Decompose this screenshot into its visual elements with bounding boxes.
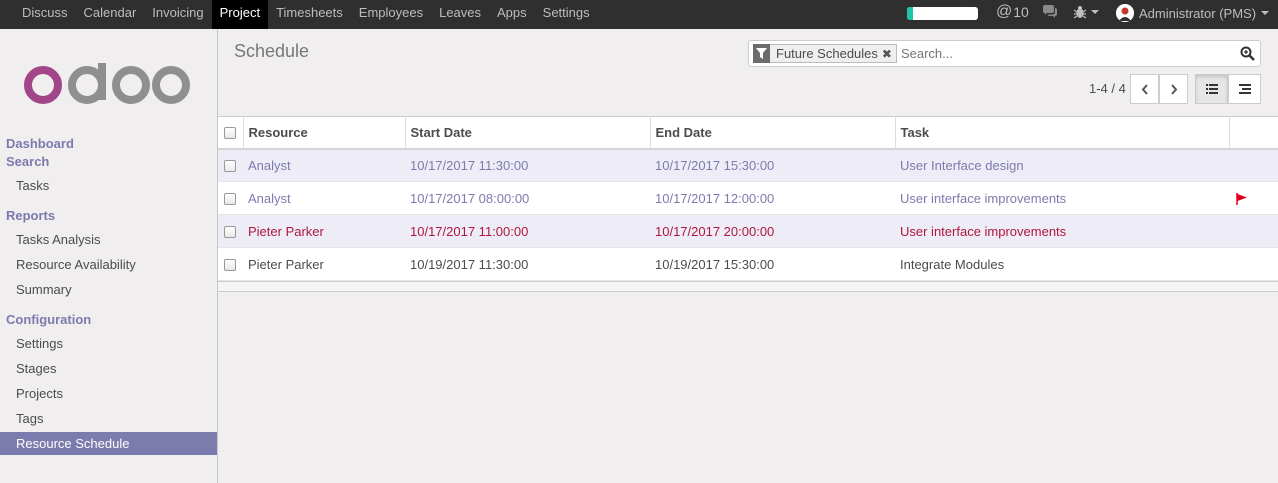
search-input[interactable] bbox=[900, 46, 1234, 61]
sidebar-item-resource-availability[interactable]: Resource Availability bbox=[0, 253, 217, 276]
chevron-left-icon bbox=[1141, 83, 1148, 95]
cell-end-date: 10/19/2017 15:30:00 bbox=[655, 256, 775, 272]
list-view-button[interactable] bbox=[1195, 74, 1228, 104]
cell-end-date: 10/17/2017 20:00:00 bbox=[655, 223, 775, 239]
row-checkbox[interactable] bbox=[218, 149, 243, 182]
row-checkbox[interactable] bbox=[218, 248, 243, 281]
sidebar-item-tasks[interactable]: Tasks bbox=[0, 174, 217, 197]
gantt-view-button[interactable] bbox=[1228, 74, 1261, 104]
debug-menu[interactable] bbox=[1073, 5, 1099, 19]
row-checkbox[interactable] bbox=[218, 182, 243, 215]
sidebar: Dashboard Search Tasks Reports Tasks Ana… bbox=[0, 29, 218, 483]
sidebar-item-stages[interactable]: Stages bbox=[0, 357, 217, 380]
schedule-table: Resource Start Date End Date Task Analys… bbox=[218, 116, 1278, 292]
search-toggle-icon[interactable] bbox=[1234, 46, 1260, 61]
sidebar-heading-reports: Reports bbox=[6, 208, 56, 223]
cell-task: User interface improvements bbox=[900, 190, 1067, 206]
list-icon bbox=[1205, 84, 1218, 94]
chevron-right-icon bbox=[1170, 83, 1177, 95]
sidebar-item-projects[interactable]: Projects bbox=[0, 382, 217, 405]
cell-start-date: 10/17/2017 11:30:00 bbox=[410, 157, 529, 173]
table-row[interactable]: Analyst 10/17/2017 11:30:00 10/17/2017 15:… bbox=[218, 148, 1278, 182]
cell-task: User interface improvements bbox=[900, 223, 1067, 239]
table-row[interactable]: Pieter Parker 10/19/2017 11:30:00 10/19/20… bbox=[218, 247, 1278, 281]
sidebar-item-tags[interactable]: Tags bbox=[0, 407, 217, 430]
table-footer bbox=[218, 281, 1278, 292]
remove-facet-icon[interactable]: ✖ bbox=[882, 47, 896, 61]
menu-calendar[interactable]: Calendar bbox=[76, 0, 145, 29]
cell-end-date: 10/17/2017 12:00:00 bbox=[655, 190, 775, 206]
cell-start-date: 10/17/2017 11:00:00 bbox=[410, 223, 529, 239]
chevron-down-icon bbox=[1091, 10, 1099, 14]
mentions-button[interactable]: @ 10 bbox=[996, 3, 1029, 21]
cell-resource: Pieter Parker bbox=[248, 223, 324, 239]
cell-flag bbox=[1229, 215, 1278, 248]
column-task[interactable]: Task bbox=[894, 116, 1229, 149]
chevron-down-icon bbox=[1261, 11, 1270, 15]
cell-task: Integrate Modules bbox=[900, 256, 1005, 272]
app-menu: Discuss Calendar Invoicing Project Times… bbox=[14, 0, 598, 29]
column-resource[interactable]: Resource bbox=[242, 116, 405, 149]
progress-fill bbox=[907, 7, 913, 20]
select-all-checkbox[interactable] bbox=[218, 116, 243, 149]
at-icon: @ bbox=[996, 3, 1013, 20]
cell-resource: Analyst bbox=[248, 190, 291, 206]
cell-task: User Interface design bbox=[900, 157, 1024, 173]
row-checkbox[interactable] bbox=[218, 215, 243, 248]
menu-employees[interactable]: Employees bbox=[351, 0, 431, 29]
column-start-date[interactable]: Start Date bbox=[404, 116, 650, 149]
cell-resource: Analyst bbox=[248, 157, 291, 173]
cell-end-date: 10/17/2017 15:30:00 bbox=[655, 157, 775, 173]
menu-project[interactable]: Project bbox=[211, 0, 269, 29]
sidebar-item-resource-schedule[interactable]: Resource Schedule bbox=[0, 432, 217, 455]
cell-resource: Pieter Parker bbox=[248, 256, 324, 272]
cell-start-date: 10/19/2017 11:30:00 bbox=[410, 256, 529, 272]
pager-value[interactable]: 1-4 / 4 bbox=[1089, 81, 1126, 96]
table-row[interactable]: Pieter Parker 10/17/2017 11:00:00 10/17/20… bbox=[218, 214, 1278, 248]
user-menu[interactable]: Administrator (PMS) bbox=[1116, 4, 1270, 22]
menu-discuss[interactable]: Discuss bbox=[14, 0, 76, 29]
menu-timesheets[interactable]: Timesheets bbox=[268, 0, 351, 29]
chat-icon[interactable] bbox=[1042, 5, 1058, 22]
search-bar[interactable]: Future Schedules ✖ bbox=[748, 40, 1261, 67]
main-content: Schedule Future Schedules ✖ 1-4 / 4 bbox=[218, 29, 1278, 483]
cell-start-date: 10/17/2017 08:00:00 bbox=[410, 190, 530, 206]
table-header-row: Resource Start Date End Date Task bbox=[218, 116, 1278, 149]
menu-settings[interactable]: Settings bbox=[535, 0, 598, 29]
bug-icon bbox=[1073, 6, 1087, 19]
cell-flag bbox=[1229, 182, 1278, 215]
sidebar-heading-dashboard[interactable]: Dashboard bbox=[6, 136, 74, 151]
menu-leaves[interactable]: Leaves bbox=[431, 0, 489, 29]
sidebar-heading-search: Search bbox=[6, 154, 50, 169]
facet-label: Future Schedules bbox=[776, 46, 878, 61]
search-facet: Future Schedules ✖ bbox=[753, 43, 897, 63]
user-name: Administrator (PMS) bbox=[1139, 5, 1257, 21]
avatar bbox=[1116, 4, 1134, 22]
sidebar-item-tasks-analysis[interactable]: Tasks Analysis bbox=[0, 228, 217, 251]
filter-icon bbox=[753, 43, 770, 63]
flag-icon bbox=[1236, 193, 1247, 206]
top-navbar: Discuss Calendar Invoicing Project Times… bbox=[0, 0, 1278, 29]
pager-next-button[interactable] bbox=[1159, 74, 1188, 104]
sidebar-item-settings[interactable]: Settings bbox=[0, 332, 217, 355]
column-extra bbox=[1228, 116, 1278, 149]
menu-invoicing[interactable]: Invoicing bbox=[144, 0, 211, 29]
cell-flag bbox=[1229, 248, 1278, 281]
planner-progress-bar[interactable] bbox=[907, 7, 978, 20]
table-row[interactable]: Analyst 10/17/2017 08:00:00 10/17/2017 12:… bbox=[218, 181, 1278, 215]
gantt-icon bbox=[1238, 84, 1251, 94]
odoo-logo[interactable] bbox=[24, 63, 192, 110]
mentions-count: 10 bbox=[1013, 4, 1029, 20]
column-end-date[interactable]: End Date bbox=[649, 116, 895, 149]
sidebar-item-summary[interactable]: Summary bbox=[0, 278, 217, 301]
cell-flag bbox=[1229, 149, 1278, 182]
menu-apps[interactable]: Apps bbox=[489, 0, 535, 29]
page-title: Schedule bbox=[234, 41, 310, 61]
pager-previous-button[interactable] bbox=[1130, 74, 1159, 104]
sidebar-heading-configuration: Configuration bbox=[6, 312, 92, 327]
